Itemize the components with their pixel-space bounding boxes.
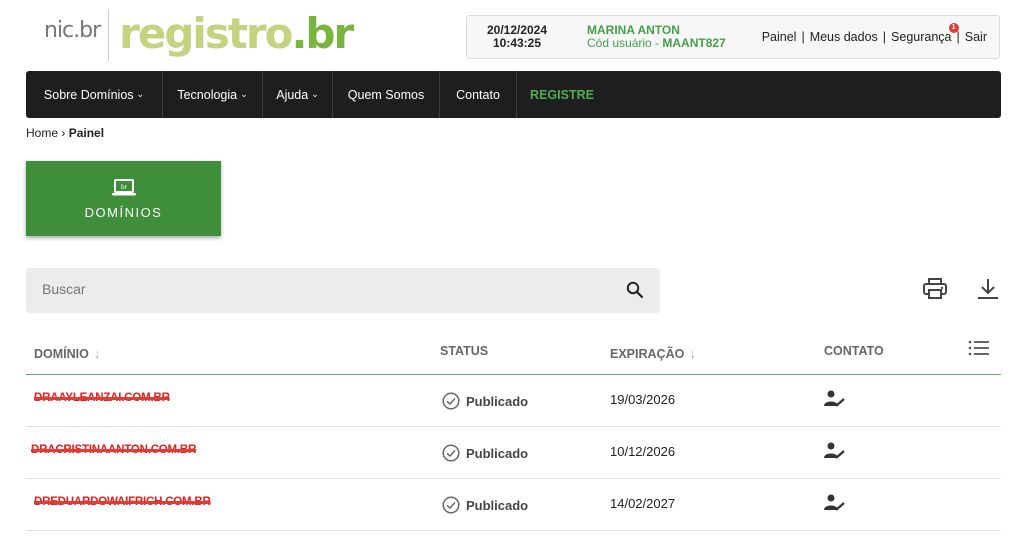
link-separator: | [956,30,960,44]
breadcrumb-separator: › [61,126,66,140]
user-code-line: Cód usuário - MAANT827 [587,36,726,50]
datetime: 20/12/2024 10:43:25 [467,24,567,50]
breadcrumb: Home › Painel [26,126,104,140]
column-header-status: STATUS [440,344,489,358]
search-icon[interactable] [626,281,644,304]
logo[interactable]: nic.br registro.br [44,8,354,62]
table-row[interactable]: DREDUARDOWAIFRICH.COM.BR Publicado 14/02… [26,479,1001,531]
domain-cell[interactable]: DRAAYLEANZAI.COM.BR [34,392,170,404]
chevron-down-icon: ⌄ [240,89,248,99]
user-code: MAANT827 [662,36,726,50]
edit-contact-icon[interactable] [824,441,846,461]
search-bar [26,268,660,313]
column-header-domain[interactable]: DOMÍNIO ↓ [34,346,100,361]
expiration-cell: 10/12/2026 [610,444,676,459]
nav-tecnologia[interactable]: Tecnologia ⌄ [163,71,263,118]
edit-contact-icon[interactable] [824,493,846,513]
status-cell: Publicado [442,496,528,514]
table-row[interactable]: DRACRISTINAANTON.COM.BR Publicado 10/12/… [26,427,1001,479]
domain-cell[interactable]: DREDUARDOWAIFRICH.COM.BR [34,496,211,508]
main-navigation: Sobre Domínios ⌄ Tecnologia ⌄ Ajuda ⌄ Quem … [26,71,1001,118]
nav-sobre-dominios[interactable]: Sobre Domínios ⌄ [26,71,163,118]
sort-arrow-icon: ↓ [93,346,101,361]
user-links: Painel | Meus dados | Segurança 1 | Sair [762,23,987,44]
registro-br-logo: registro.br [119,9,354,58]
laptop-icon: br [111,178,136,195]
column-header-expiration[interactable]: EXPIRAÇÃO ↓ [610,346,696,361]
notification-badge: 1 [948,23,959,33]
check-circle-icon [442,444,460,462]
meus-dados-link[interactable]: Meus dados [810,30,878,44]
chevron-down-icon: ⌄ [311,89,319,99]
status-cell: Publicado [442,392,528,410]
chevron-down-icon: ⌄ [136,89,145,99]
check-circle-icon [442,496,460,514]
column-header-contact: CONTATO [824,344,884,358]
domain-cell[interactable]: DRACRISTINAANTON.COM.BR [31,444,196,456]
dominios-card[interactable]: br DOMÍNIOS [26,161,221,236]
column-options-icon[interactable] [968,339,990,362]
painel-link[interactable]: Painel [762,30,797,44]
seguranca-link[interactable]: Segurança 1 [891,23,959,44]
print-icon[interactable] [923,278,947,305]
nic-br-logo: nic.br [44,18,101,43]
expiration-cell: 14/02/2027 [610,496,676,511]
search-input[interactable] [42,281,602,297]
nav-quem-somos[interactable]: Quem Somos [333,71,440,118]
check-circle-icon [442,392,460,410]
table-header: DOMÍNIO ↓ STATUS EXPIRAÇÃO ↓ CONTATO [26,336,1001,375]
sort-arrow-icon: ↓ [689,346,696,361]
link-separator: | [882,30,887,44]
nav-ajuda[interactable]: Ajuda ⌄ [263,71,333,118]
sair-link[interactable]: Sair [965,30,987,44]
logo-divider [108,9,110,61]
table-row[interactable]: DRAAYLEANZAI.COM.BR Publicado 19/03/2026 [26,375,1001,427]
breadcrumb-current: Painel [68,126,105,140]
nav-registre[interactable]: REGISTRE [517,71,607,118]
edit-contact-icon[interactable] [824,389,846,409]
status-cell: Publicado [442,444,528,462]
svg-text:br: br [120,184,127,191]
breadcrumb-home[interactable]: Home [26,126,58,140]
current-time: 10:43:25 [492,36,542,50]
user-identity: MARINA ANTON Cód usuário - MAANT827 [587,24,726,50]
dominios-card-label: DOMÍNIOS [84,204,163,220]
nav-contato[interactable]: Contato [440,71,517,118]
link-separator: | [801,30,805,44]
expiration-cell: 19/03/2026 [610,392,676,407]
download-icon[interactable] [977,278,999,305]
user-info-box: 20/12/2024 10:43:25 MARINA ANTON Cód usu… [466,15,1000,59]
